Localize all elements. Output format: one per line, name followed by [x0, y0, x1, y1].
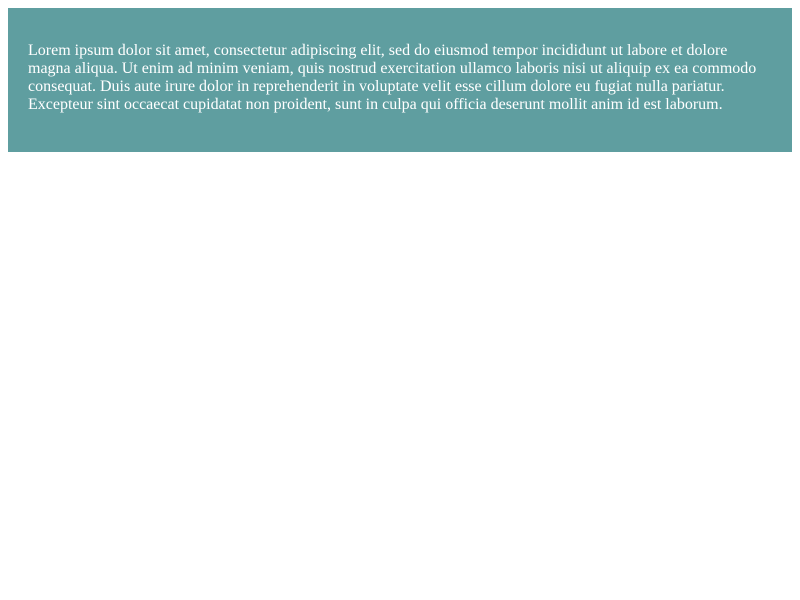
panel-paragraph: Lorem ipsum dolor sit amet, consectetur … — [28, 42, 757, 113]
content-panel: Lorem ipsum dolor sit amet, consectetur … — [8, 8, 792, 152]
